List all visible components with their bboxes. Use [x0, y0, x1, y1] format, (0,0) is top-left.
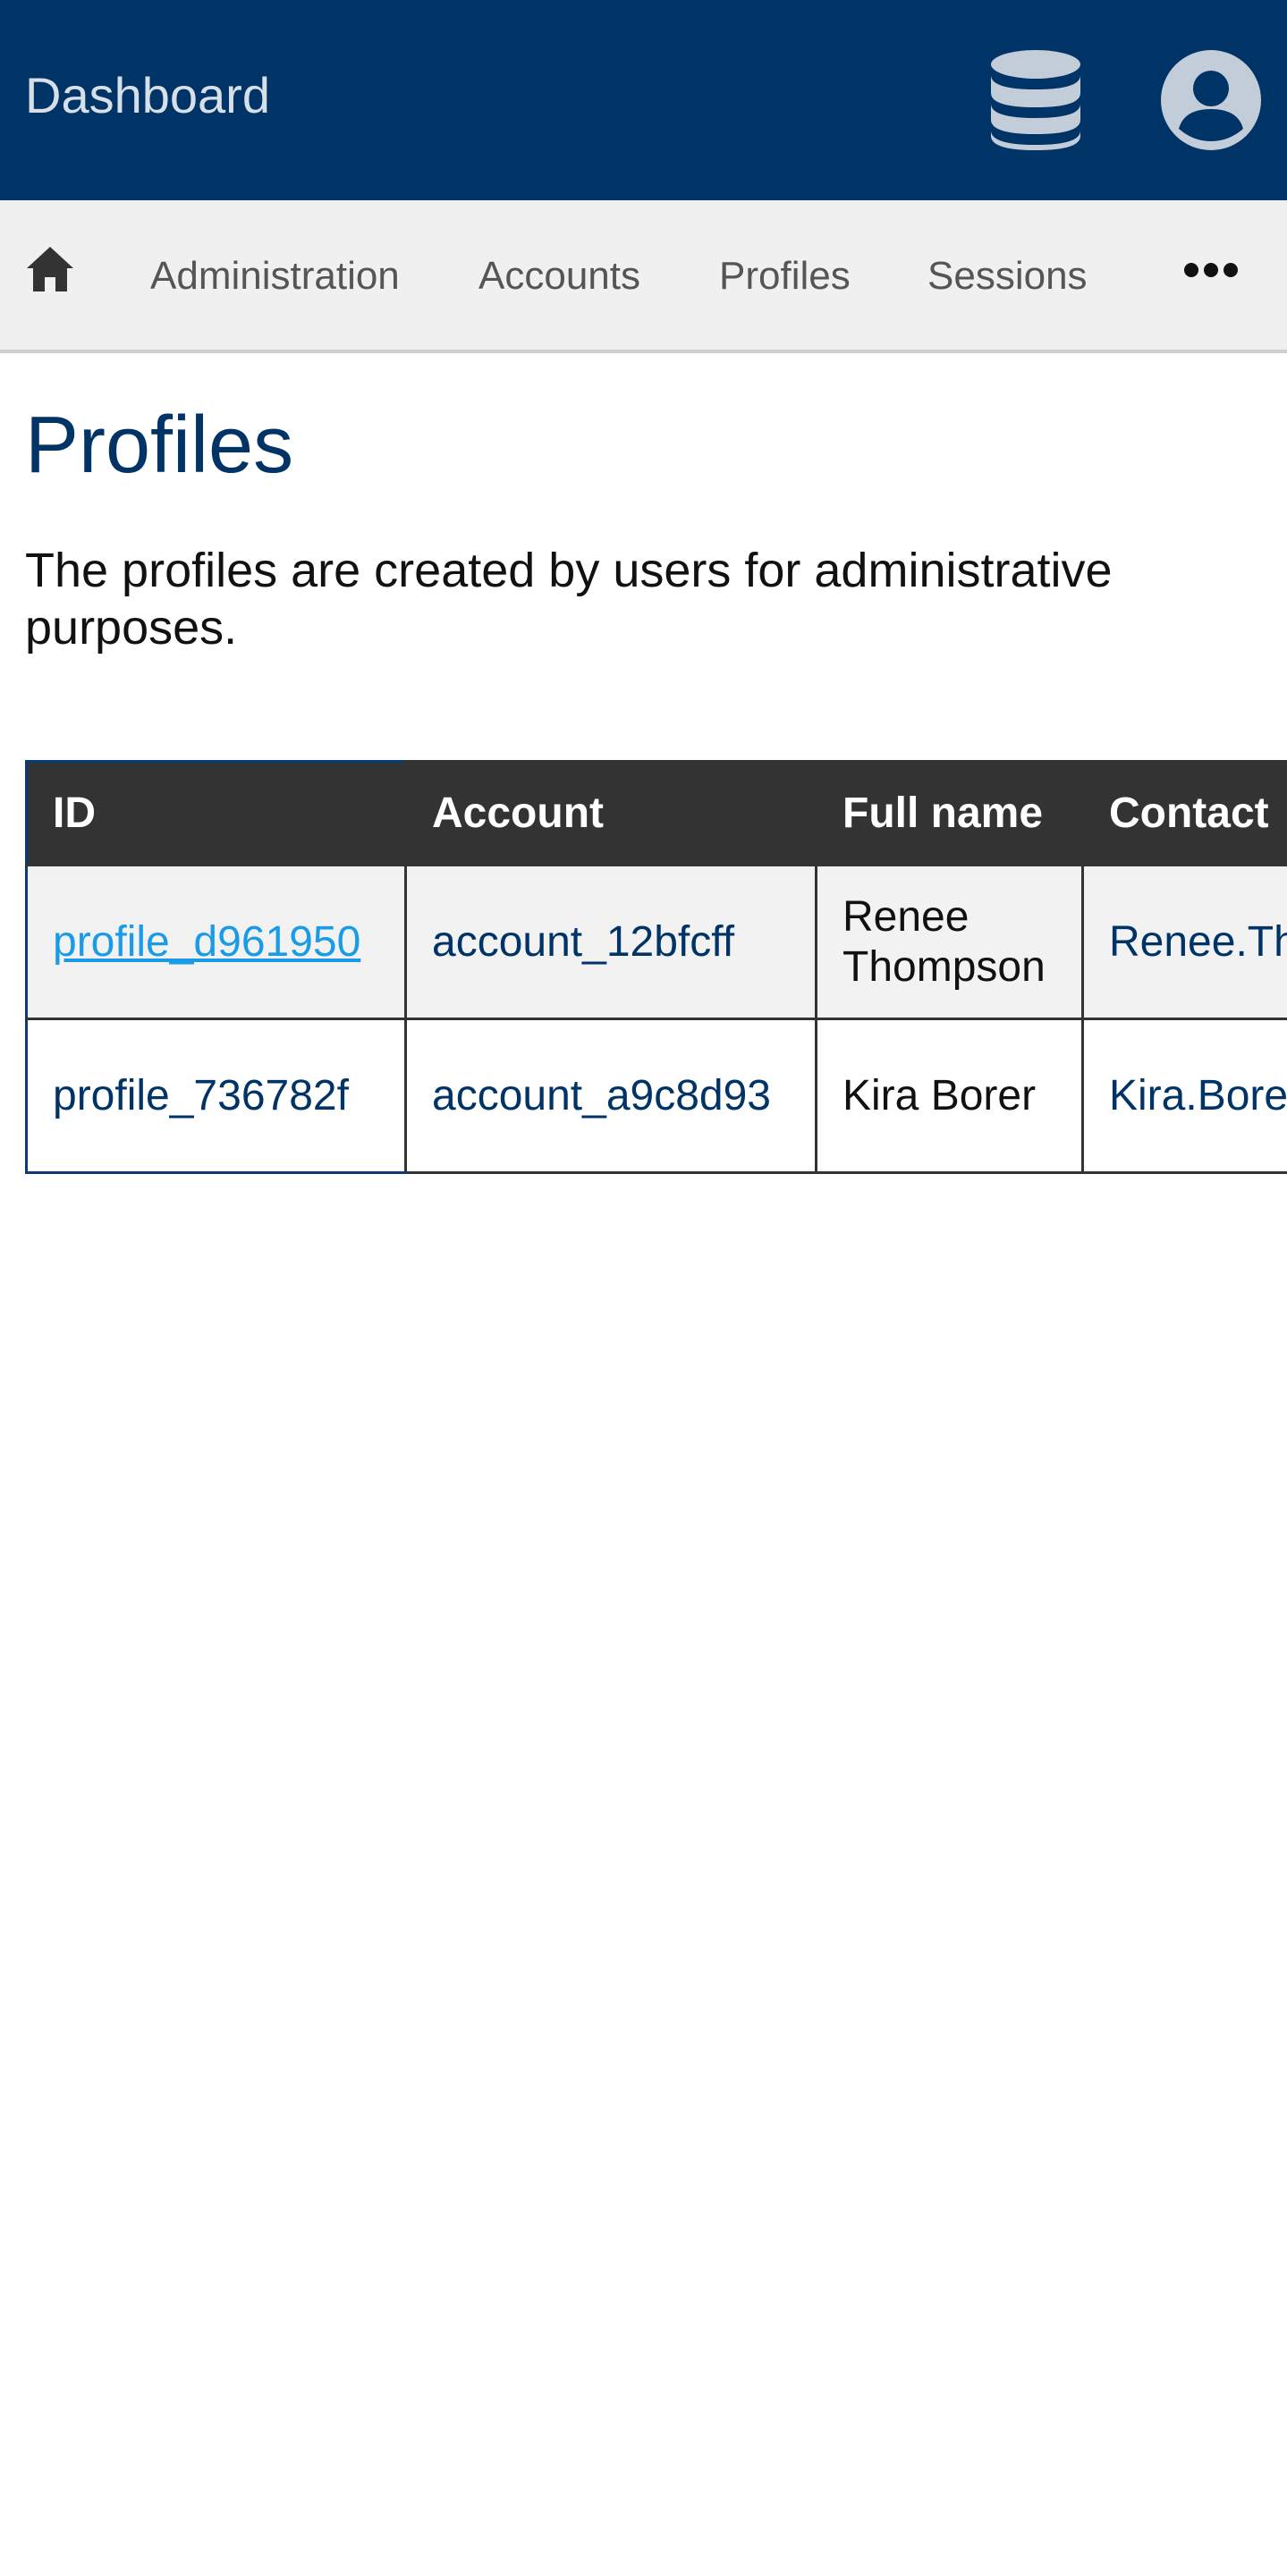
nav-item-sessions[interactable]: Sessions — [927, 252, 1088, 300]
contact-cell[interactable]: Kira.Bore — [1081, 1018, 1287, 1174]
more-horizontal-icon[interactable] — [1182, 258, 1240, 283]
profiles-table-container[interactable]: ID Account Full name Contact profile_d96… — [25, 760, 1287, 1175]
column-header-id[interactable]: ID — [25, 760, 407, 866]
table-row: profile_736782f account_a9c8d93 Kira Bor… — [25, 1018, 1287, 1174]
nav-item-accounts[interactable]: Accounts — [478, 252, 640, 300]
dashboard-brand-link[interactable]: Dashboard — [25, 64, 270, 127]
column-header-account[interactable]: Account — [404, 760, 817, 866]
column-header-full-name[interactable]: Full name — [815, 760, 1084, 866]
full-name-cell: Kira Borer — [815, 1018, 1084, 1174]
account-cell[interactable]: account_a9c8d93 — [404, 1018, 817, 1174]
profile-id-cell[interactable]: profile_736782f — [25, 1018, 407, 1174]
profiles-table: ID Account Full name Contact profile_d96… — [25, 760, 1287, 1174]
nav-item-profiles[interactable]: Profiles — [719, 252, 851, 300]
table-row: profile_d961950 account_12bfcff Renee Th… — [25, 864, 1287, 1020]
contact-cell[interactable]: Renee.Th — [1081, 864, 1287, 1020]
page-description: The profiles are created by users for ad… — [25, 544, 1113, 655]
account-cell[interactable]: account_12bfcff — [404, 864, 817, 1020]
profile-id-cell: profile_d961950 — [25, 864, 407, 1020]
user-circle-icon[interactable] — [1161, 50, 1261, 150]
page-title: Profiles — [25, 401, 294, 490]
column-header-contact[interactable]: Contact — [1081, 760, 1287, 866]
home-icon[interactable] — [25, 245, 75, 293]
nav-item-administration[interactable]: Administration — [150, 252, 400, 300]
table-header-row: ID Account Full name Contact — [25, 760, 1287, 866]
database-icon[interactable] — [989, 48, 1082, 152]
top-app-bar: Dashboard — [0, 0, 1287, 200]
profile-id-link[interactable]: profile_d961950 — [53, 918, 360, 966]
full-name-cell: Renee Thompson — [815, 864, 1084, 1020]
main-navigation: Administration Accounts Profiles Session… — [0, 200, 1287, 353]
